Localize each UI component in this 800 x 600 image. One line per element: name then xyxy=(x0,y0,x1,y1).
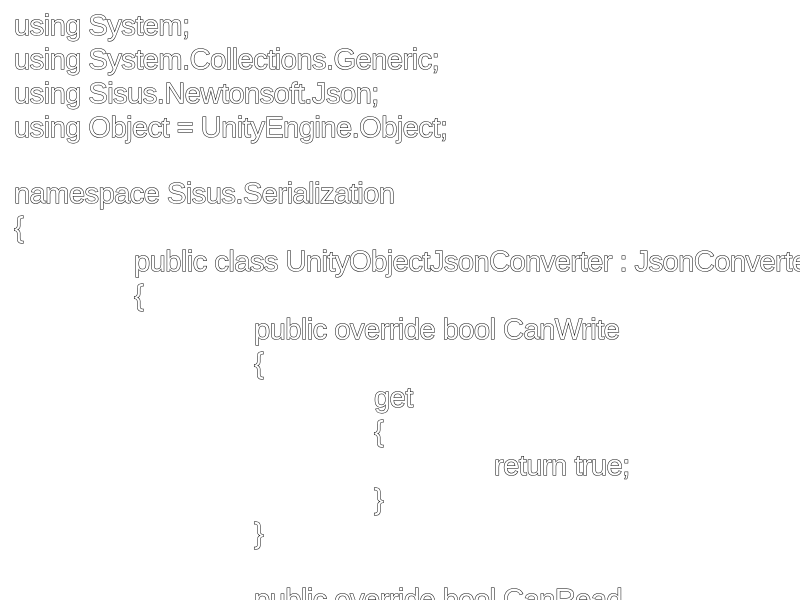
code-line-15: } xyxy=(374,484,385,517)
code-line-18: public override bool CanRead xyxy=(254,584,624,600)
code-line-11: { xyxy=(254,348,265,381)
code-line-9: { xyxy=(134,280,145,313)
code-line-10: public override bool CanWrite xyxy=(254,314,621,347)
code-line-2: using System.Collections.Generic; xyxy=(14,44,440,77)
code-line-13: { xyxy=(374,416,385,449)
code-line-12: get xyxy=(374,382,414,415)
code-line-6: namespace Sisus.Serialization xyxy=(14,178,395,211)
code-line-1: using System; xyxy=(14,10,191,43)
code-line-16: } xyxy=(254,518,265,551)
code-line-8: public class UnityObjectJsonConverter : … xyxy=(134,246,800,279)
code-line-14: return true; xyxy=(494,450,631,483)
code-line-3: using Sisus.Newtonsoft.Json; xyxy=(14,78,380,111)
code-line-4: using Object = UnityEngine.Object; xyxy=(14,112,449,145)
code-line-7: { xyxy=(14,212,24,245)
code-view: using System; using System.Collections.G… xyxy=(14,9,800,600)
